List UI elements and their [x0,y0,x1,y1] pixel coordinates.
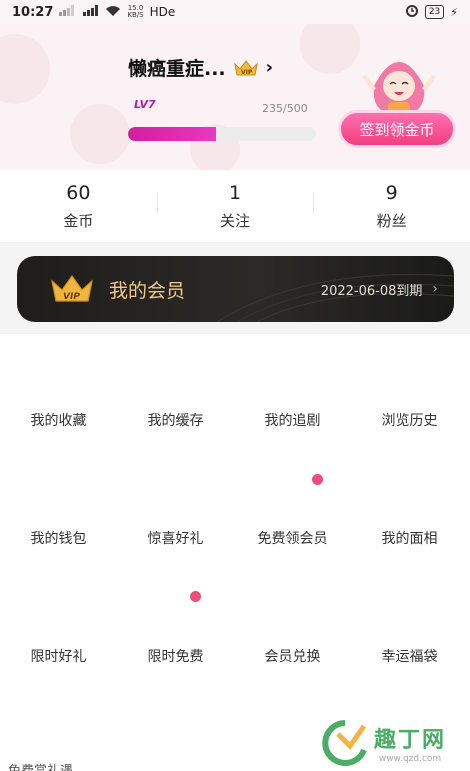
watermark-logo-icon [322,720,367,766]
vip-membership-banner[interactable]: VIP 我的会员 2022-06-08到期 › [17,256,454,322]
stat-following[interactable]: 1 关注 [156,170,314,242]
username-link[interactable]: 懒癌重症... VIP › [128,54,273,81]
level-progress-bar [128,127,316,141]
vip-expiry-date: 2022-06-08到期 [320,283,423,299]
vip-crown-icon: VIP [233,59,258,76]
section-title: 免费赏礼遇 [8,760,73,771]
background-decoration [70,104,130,164]
grid-item-favorites[interactable]: 我的收藏 [0,410,117,430]
vip-crown-icon: VIP [51,274,93,302]
vip-title: 我的会员 [109,279,186,302]
network-speed: 15.0 KB/S [127,5,143,19]
notification-dot [312,474,323,485]
svg-text:VIP: VIP [241,69,253,76]
stats-row: 60 金币 1 关注 9 粉丝 [0,170,470,242]
vip-section: VIP 我的会员 2022-06-08到期 › [0,242,470,334]
alarm-icon [405,3,419,21]
level-progress-fill [128,127,217,141]
watermark-url: www.qzd.com [378,754,442,764]
stat-value: 9 [385,181,398,204]
watermark-text: 趣丁网 [374,728,447,753]
svg-text:VIP: VIP [63,292,80,302]
grid-item-limited-gift[interactable]: 限时好礼 [0,646,117,666]
grid-item-wallet[interactable]: 我的钱包 [0,528,117,548]
status-time: 10:27 [12,4,54,20]
feature-grid: 我的收藏 我的缓存 我的追剧 浏览历史 我的钱包 惊喜好礼 免费领会员 我的面相… [0,334,470,771]
stat-coins[interactable]: 60 金币 [0,170,157,242]
grid-item-face-reading[interactable]: 我的面相 [351,528,468,548]
signal-4g-icon [81,5,99,19]
stat-label: 关注 [220,211,251,230]
grid-item-free-vip[interactable]: 免费领会员 [234,528,351,548]
stat-value: 60 [66,181,91,204]
background-decoration [0,34,50,104]
grid-item-following-series[interactable]: 我的追剧 [234,410,351,430]
stat-label: 粉丝 [376,211,407,230]
notification-dot [190,591,201,602]
stat-fans[interactable]: 9 粉丝 [313,170,470,242]
charging-icon: ⚡ [450,5,458,19]
grid-item-limited-free[interactable]: 限时免费 [117,646,234,666]
hd-label: HDe [149,5,176,19]
network-speed-unit: KB/S [127,11,144,19]
checkin-button[interactable]: 签到领金币 [338,110,456,148]
battery-level: 23 [424,5,445,19]
chevron-right-icon: › [265,57,274,78]
stat-value: 1 [228,181,242,204]
profile-header: 懒癌重症... VIP › LV7 235/500 签到领金币 [0,24,470,170]
grid-item-surprise-gift[interactable]: 惊喜好礼 [117,528,234,548]
grid-item-cache[interactable]: 我的缓存 [117,410,234,430]
level-progress-text: 235/500 [262,102,308,115]
watermark: 趣丁网 www.qzd.com [320,718,465,768]
grid-item-lucky-bag[interactable]: 幸运福袋 [351,646,468,666]
username: 懒癌重症... [128,58,226,80]
stat-label: 金币 [63,211,94,230]
status-bar: 10:27 15.0 KB/S HDe 23 ⚡ [0,0,470,24]
signal-icon [59,5,75,19]
level-badge: LV7 [134,98,156,111]
grid-item-history[interactable]: 浏览历史 [351,410,468,430]
chevron-right-icon: › [432,281,438,297]
grid-item-vip-redeem[interactable]: 会员兑换 [234,646,351,666]
wifi-icon [105,5,121,20]
